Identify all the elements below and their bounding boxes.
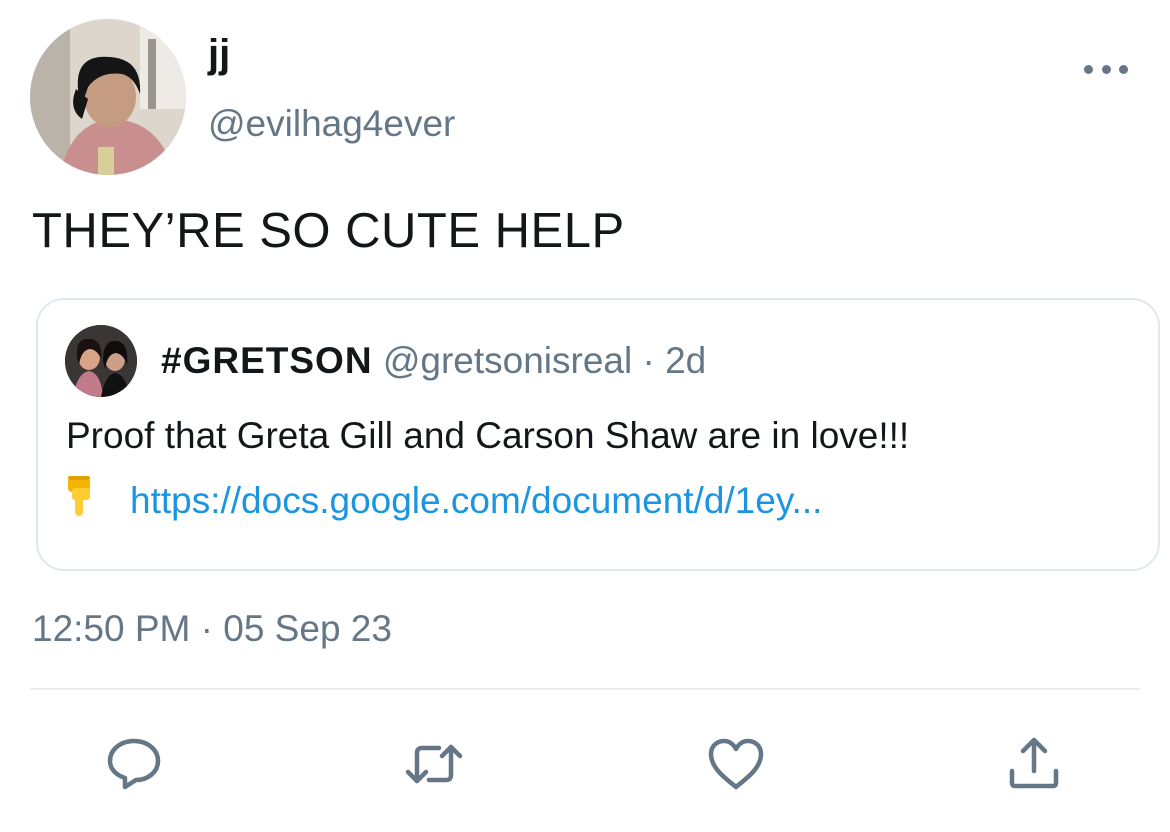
reply-icon — [107, 738, 161, 790]
author-display-name[interactable]: jj — [208, 30, 230, 78]
author-handle[interactable]: @evilhag4ever — [208, 101, 455, 147]
quoted-avatar-photo — [65, 325, 137, 397]
retweet-button[interactable] — [403, 733, 465, 795]
header-separator: · — [642, 340, 655, 381]
pointing-down-hand-icon — [66, 476, 106, 530]
quoted-handle[interactable]: @gretsonisreal — [383, 340, 632, 381]
quoted-tweet-text: Proof that Greta Gill and Carson Shaw ar… — [66, 415, 910, 456]
author-avatar-photo — [30, 19, 186, 175]
like-button[interactable] — [705, 733, 767, 795]
retweet-icon — [405, 744, 463, 784]
like-icon — [708, 738, 764, 790]
quoted-tweet-card[interactable]: #GRETSON @gretsonisreal · 2d Proof that … — [36, 298, 1160, 571]
author-avatar[interactable] — [30, 19, 186, 175]
quoted-link-row: https://docs.google.com/document/d/1ey..… — [66, 476, 822, 530]
quoted-author-avatar[interactable] — [65, 325, 137, 397]
reply-button[interactable] — [103, 733, 165, 795]
share-icon — [1009, 737, 1059, 789]
quoted-link[interactable]: https://docs.google.com/document/d/1ey..… — [130, 480, 822, 521]
quoted-tweet-age: 2d — [665, 340, 707, 381]
more-icon-dot — [1119, 64, 1128, 74]
more-options-button[interactable] — [1084, 57, 1128, 81]
divider — [30, 688, 1140, 690]
tweet-timestamp[interactable]: 12:50 PM · 05 Sep 23 — [32, 606, 392, 652]
tweet-text: THEY’RE SO CUTE HELP — [32, 204, 625, 258]
quoted-tweet-header: #GRETSON @gretsonisreal · 2d — [161, 338, 706, 384]
more-icon-dot — [1084, 64, 1093, 74]
more-icon-dot — [1101, 64, 1111, 74]
quoted-display-name[interactable]: #GRETSON — [161, 340, 373, 381]
share-button[interactable] — [1003, 733, 1065, 795]
